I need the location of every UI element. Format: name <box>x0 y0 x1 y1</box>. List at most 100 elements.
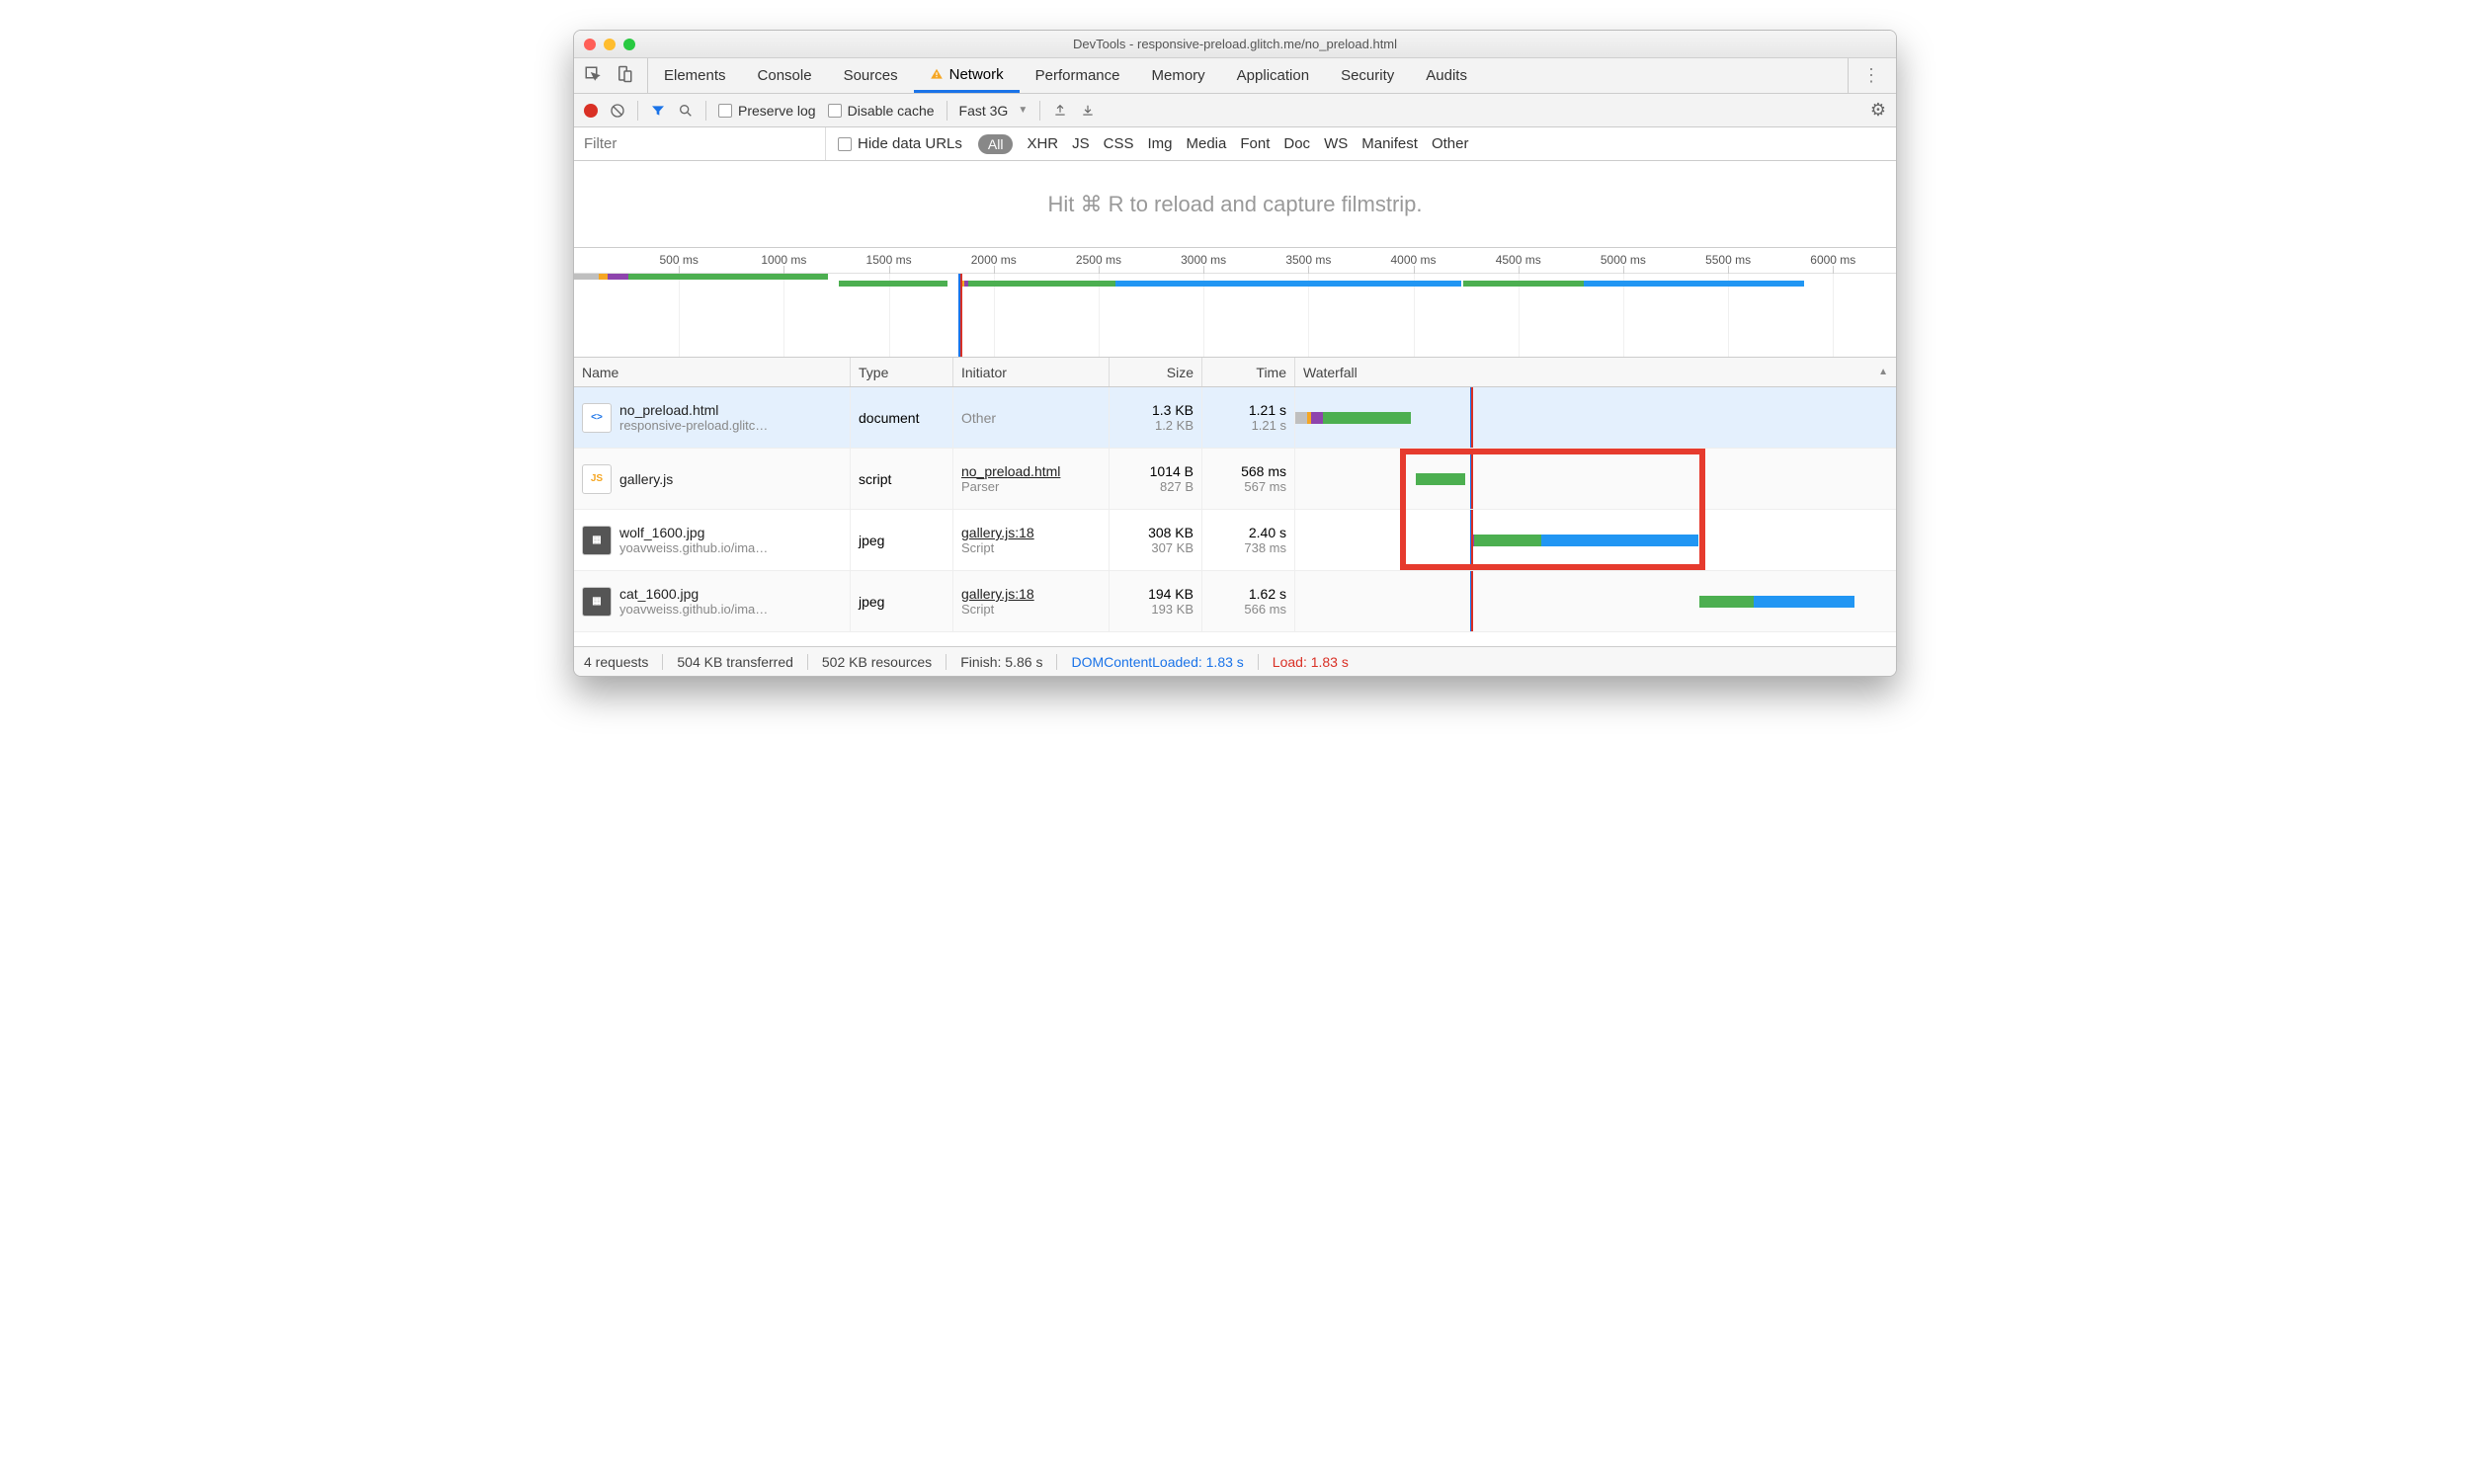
request-domain: responsive-preload.glitc… <box>619 418 768 433</box>
request-size: 194 KB193 KB <box>1110 571 1202 631</box>
waterfall-cell <box>1295 449 1896 509</box>
type-js[interactable]: JS <box>1072 135 1090 152</box>
tab-security[interactable]: Security <box>1325 58 1410 93</box>
tab-sources[interactable]: Sources <box>828 58 914 93</box>
minimize-icon[interactable] <box>604 39 616 50</box>
file-icon: ▦ <box>582 587 612 617</box>
status-transferred: 504 KB transferred <box>663 654 808 670</box>
type-other[interactable]: Other <box>1432 135 1469 152</box>
clear-button[interactable] <box>610 103 625 119</box>
disable-cache-checkbox[interactable]: Disable cache <box>828 103 935 119</box>
request-name: wolf_1600.jpg <box>619 525 768 540</box>
type-doc[interactable]: Doc <box>1283 135 1310 152</box>
panel-tabs: Elements Console Sources Network Perform… <box>648 58 1483 93</box>
status-resources: 502 KB resources <box>808 654 947 670</box>
tab-memory[interactable]: Memory <box>1136 58 1221 93</box>
request-size: 1014 B827 B <box>1110 449 1202 509</box>
request-size: 308 KB307 KB <box>1110 510 1202 570</box>
waterfall-cell <box>1295 510 1896 570</box>
type-css[interactable]: CSS <box>1104 135 1134 152</box>
warning-icon <box>930 67 944 81</box>
request-domain: yoavweiss.github.io/ima… <box>619 602 768 617</box>
type-xhr[interactable]: XHR <box>1027 135 1058 152</box>
file-icon: <> <box>582 403 612 433</box>
type-img[interactable]: Img <box>1147 135 1172 152</box>
status-requests: 4 requests <box>584 654 663 670</box>
col-name[interactable]: Name <box>574 358 851 386</box>
request-type: jpeg <box>851 510 953 570</box>
sort-asc-icon: ▲ <box>1878 367 1888 377</box>
preserve-log-checkbox[interactable]: Preserve log <box>718 103 816 119</box>
network-toolbar: Preserve log Disable cache Fast 3G▼ ⚙ <box>574 94 1896 127</box>
search-icon[interactable] <box>678 103 694 119</box>
type-all[interactable]: All <box>978 134 1014 154</box>
tab-network[interactable]: Network <box>914 58 1020 93</box>
window-controls <box>584 39 635 50</box>
tab-elements[interactable]: Elements <box>648 58 742 93</box>
window-title: DevTools - responsive-preload.glitch.me/… <box>574 37 1896 51</box>
table-row[interactable]: ▦wolf_1600.jpgyoavweiss.github.io/ima…jp… <box>574 510 1896 571</box>
tab-performance[interactable]: Performance <box>1020 58 1136 93</box>
import-har-icon[interactable] <box>1052 103 1068 119</box>
type-media[interactable]: Media <box>1187 135 1227 152</box>
record-button[interactable] <box>584 104 598 118</box>
request-type: jpeg <box>851 571 953 631</box>
table-row[interactable]: JSgallery.jsscriptno_preload.htmlParser1… <box>574 449 1896 510</box>
col-type[interactable]: Type <box>851 358 953 386</box>
maximize-icon[interactable] <box>623 39 635 50</box>
filter-input[interactable] <box>574 135 825 152</box>
file-icon: JS <box>582 464 612 494</box>
highlight-box <box>1400 509 1705 570</box>
type-font[interactable]: Font <box>1240 135 1270 152</box>
type-filters: All XHR JS CSS Img Media Font Doc WS Man… <box>974 134 1469 154</box>
status-bar: 4 requests 504 KB transferred 502 KB res… <box>574 646 1896 676</box>
col-initiator[interactable]: Initiator <box>953 358 1110 386</box>
grid-header: Name Type Initiator Size Time Waterfall▲ <box>574 358 1896 387</box>
filter-bar: Hide data URLs All XHR JS CSS Img Media … <box>574 127 1896 161</box>
tab-audits[interactable]: Audits <box>1410 58 1483 93</box>
waterfall-cell <box>1295 387 1896 448</box>
request-name: no_preload.html <box>619 402 768 418</box>
request-time: 2.40 s738 ms <box>1202 510 1295 570</box>
request-type: script <box>851 449 953 509</box>
col-time[interactable]: Time <box>1202 358 1295 386</box>
initiator-link[interactable]: gallery.js:18 <box>961 525 1034 540</box>
tab-application[interactable]: Application <box>1221 58 1325 93</box>
initiator-link[interactable]: no_preload.html <box>961 463 1060 479</box>
hide-data-urls-checkbox[interactable]: Hide data URLs <box>826 135 974 152</box>
initiator-link[interactable]: gallery.js:18 <box>961 586 1034 602</box>
request-rows: <>no_preload.htmlresponsive-preload.glit… <box>574 387 1896 632</box>
more-menu-icon[interactable]: ⋮ <box>1848 58 1896 93</box>
request-time: 568 ms567 ms <box>1202 449 1295 509</box>
tab-console[interactable]: Console <box>742 58 828 93</box>
filter-icon[interactable] <box>650 103 666 119</box>
panel-tabstrip: Elements Console Sources Network Perform… <box>574 58 1896 94</box>
waterfall-cell <box>1295 571 1896 631</box>
devtools-window: DevTools - responsive-preload.glitch.me/… <box>573 30 1897 677</box>
request-name: cat_1600.jpg <box>619 586 768 602</box>
type-ws[interactable]: WS <box>1324 135 1348 152</box>
timeline-ruler: 500 ms1000 ms1500 ms2000 ms2500 ms3000 m… <box>574 248 1896 274</box>
table-row[interactable]: ▦ cat_1600.jpgyoavweiss.github.io/ima… jpe… <box>574 571 1896 632</box>
col-size[interactable]: Size <box>1110 358 1202 386</box>
export-har-icon[interactable] <box>1080 103 1096 119</box>
close-icon[interactable] <box>584 39 596 50</box>
status-dcl: DOMContentLoaded: 1.83 s <box>1057 654 1258 670</box>
status-load: Load: 1.83 s <box>1259 654 1362 670</box>
filter-input-wrap <box>574 127 826 160</box>
throttle-select[interactable]: Fast 3G▼ <box>959 103 1029 119</box>
chevron-down-icon: ▼ <box>1018 105 1028 116</box>
request-size: 1.3 KB1.2 KB <box>1110 387 1202 448</box>
type-manifest[interactable]: Manifest <box>1361 135 1418 152</box>
col-waterfall[interactable]: Waterfall▲ <box>1295 358 1896 386</box>
overview-bars <box>574 274 1896 357</box>
highlight-box <box>1400 449 1705 510</box>
table-row[interactable]: <> no_preload.htmlresponsive-preload.glit… <box>574 387 1896 449</box>
request-time: 1.21 s1.21 s <box>1202 387 1295 448</box>
overview-timeline[interactable]: 500 ms1000 ms1500 ms2000 ms2500 ms3000 m… <box>574 248 1896 358</box>
device-toggle-icon[interactable] <box>616 65 633 87</box>
request-time: 1.62 s566 ms <box>1202 571 1295 631</box>
inspect-icon[interactable] <box>584 65 602 87</box>
settings-icon[interactable]: ⚙ <box>1870 100 1886 121</box>
request-domain: yoavweiss.github.io/ima… <box>619 540 768 555</box>
